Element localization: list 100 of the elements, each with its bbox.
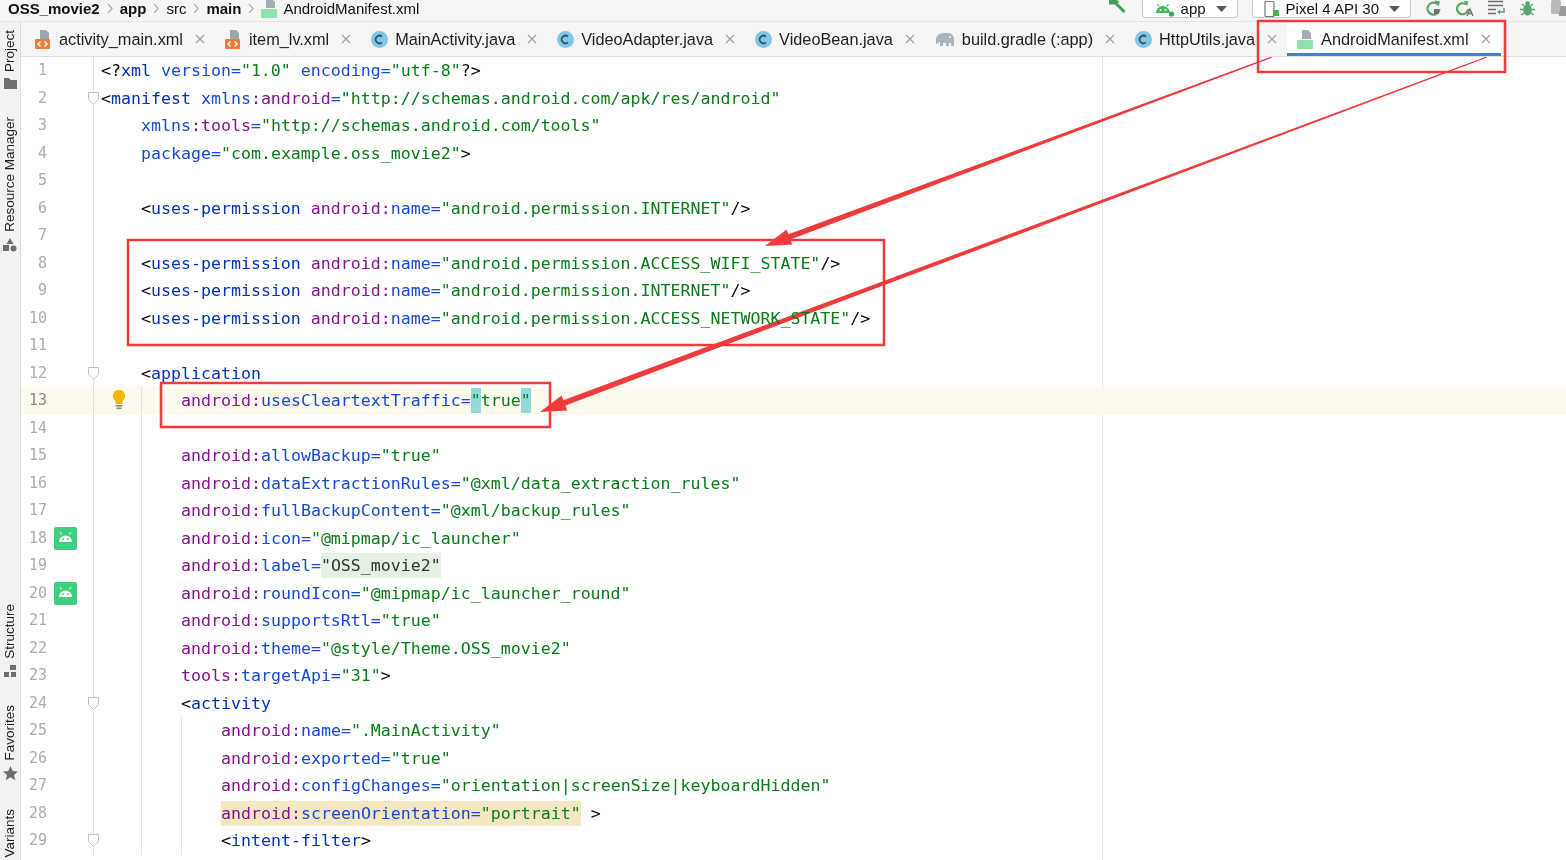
android-icon[interactable] [53,526,77,550]
code-line: <intent-filter> [221,830,371,852]
line-number: 10 [27,307,48,329]
line-number: 4 [36,142,48,164]
editor-tab[interactable]: item_lv.xml [214,22,362,56]
caret-icon [1389,5,1400,12]
line-number: 26 [27,747,48,769]
fold-icon[interactable] [88,834,99,848]
circular-arrow-icon[interactable] [1425,0,1442,17]
line-number: 8 [36,252,48,274]
line-number: 22 [27,637,48,659]
code-line: android:screenOrientation="portrait" > [221,799,601,827]
line-number: 23 [27,665,48,686]
tool-window-button[interactable]: Project [0,30,20,90]
configuration-dropdown[interactable]: app [1141,0,1238,18]
editor-tab[interactable]: AndroidManifest.xml [1287,22,1501,56]
line-number: 14 [27,417,48,439]
tool-window-button[interactable]: Resource Manager [0,117,20,252]
lightbulb-icon[interactable] [112,390,126,410]
close-icon[interactable] [1267,34,1278,44]
close-icon[interactable] [1105,34,1116,44]
editor-tab[interactable]: activity_main.xml [25,22,215,56]
list-icon[interactable] [1488,0,1505,15]
tool-window-button[interactable]: Favorites [0,704,20,782]
device-dropdown[interactable]: Pixel 4 API 30 [1251,0,1411,18]
circular-arrow-icon[interactable] [1456,0,1474,17]
code-line: android:name=".MainActivity" [221,720,501,742]
close-icon[interactable] [341,34,352,44]
editor-tab[interactable]: MainActivity.java [361,22,548,56]
line-number: 25 [27,720,48,741]
code-line: android:dataExtractionRules="@xml/data_extraction_rules" [181,472,741,495]
breadcrumb-item[interactable]: src [166,0,187,17]
code-line: <manifest xmlns:android="http://schemas.android.com/apk/res/android" [101,87,781,110]
editor-tab[interactable]: build.gradle (:app) [924,22,1126,56]
code-line: xmlns:tools="http://schemas.android.com/tools" [141,115,601,137]
hammer-icon[interactable] [1107,0,1128,13]
code-line: android:label="OSS_movie2" [181,552,441,580]
code-line: <application [141,362,261,385]
code-line: android:icon="@mipmap/ic_launcher" [181,527,521,550]
close-icon[interactable] [725,34,736,44]
line-number: 17 [27,500,48,521]
line-number: 2 [36,87,48,109]
code-line: android:theme="@style/Theme.OSS_movie2" [181,637,571,660]
line-number: 16 [27,472,48,494]
fold-icon[interactable] [88,91,99,105]
breadcrumb-item[interactable]: OSS_movie2 [8,0,100,17]
line-number: 21 [27,610,48,631]
star-icon [2,766,18,782]
tool-window-button[interactable]: Structure [0,604,20,677]
line-number: 15 [27,445,48,466]
code-line: android:fullBackupContent="@xml/backup_rules" [181,500,631,522]
line-number: 13 [27,390,48,411]
code-line: android:allowBackup="true" [181,445,441,467]
android-icon[interactable] [53,581,77,605]
close-icon[interactable] [527,34,538,44]
folder-icon [3,78,17,90]
manifest-file-icon [1297,29,1315,49]
close-icon[interactable] [194,34,205,44]
class-icon [755,30,773,48]
caret-icon [1215,5,1227,12]
code-line: android:configChanges="orientation|screenSize|keyboardHidden" [221,775,831,797]
fold-icon[interactable] [88,696,99,710]
close-icon[interactable] [904,34,915,44]
chevron-icon [193,3,200,14]
code-line: <uses-permission android:name="android.permission.ACCESS_WIFI_STATE"/> [141,252,841,275]
manifest-file-icon [261,0,279,18]
fold-icon[interactable] [88,366,99,380]
line-number: 28 [27,802,48,824]
breadcrumb-item[interactable]: app [119,0,147,17]
line-number: 29 [27,830,48,851]
class-icon [371,30,389,48]
code-line: package="com.example.oss_movie2"> [141,142,471,165]
tool-window-button[interactable]: Variants [0,809,20,858]
line-number: 18 [27,527,48,549]
line-number: 7 [36,225,48,246]
line-number: 20 [27,582,48,604]
code-line: android:roundIcon="@mipmap/ic_launcher_round" [181,582,631,605]
code-line: <uses-permission android:name="android.permission.INTERNET"/> [141,197,751,220]
code-line: tools:targetApi="31"> [181,665,391,687]
class-icon [1135,30,1153,48]
structure-icon [4,664,16,677]
editor-tab[interactable]: VideoBean.java [745,22,925,56]
class-icon [557,30,575,48]
device-icon[interactable] [1550,0,1566,16]
line-number: 1 [36,60,48,81]
code-line: android:exported="true" [221,747,451,770]
chevron-icon [106,3,113,14]
line-number: 27 [27,775,48,796]
close-icon[interactable] [1480,34,1491,44]
breadcrumb-item[interactable]: main [206,0,242,17]
editor-tab[interactable]: VideoAdapter.java [547,22,746,56]
line-number: 5 [36,170,48,191]
bug-icon[interactable] [1519,0,1536,17]
line-number: 9 [36,280,48,301]
editor-tab[interactable]: HttpUtils.java [1125,22,1288,56]
code-line: <uses-permission android:name="android.permission.INTERNET"/> [141,280,751,302]
code-line: <?xml version="1.0" encoding="utf-8"?> [101,60,481,82]
xml-file-icon [35,29,52,49]
breadcrumb-item[interactable]: AndroidManifest.xml [261,0,420,18]
line-number: 11 [27,335,48,356]
